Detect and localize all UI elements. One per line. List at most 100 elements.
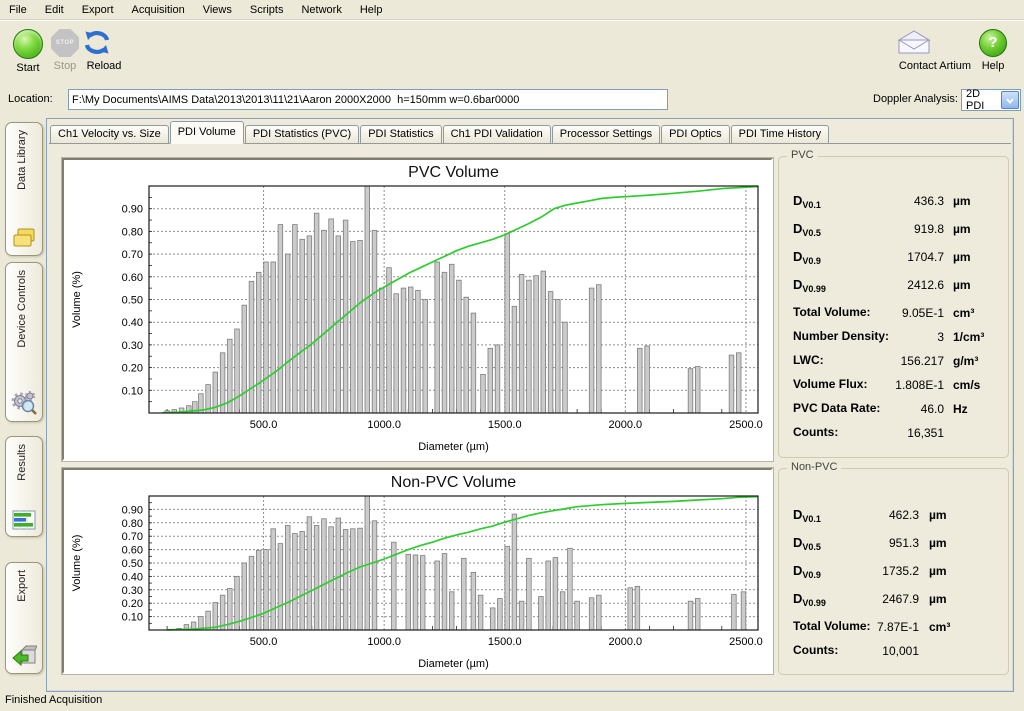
stat-row-dv01: DV0.1462.3µm — [779, 503, 1008, 531]
tab-ch1-pdi-validation[interactable]: Ch1 PDI Validation — [443, 125, 551, 143]
tab-pdi-time-history[interactable]: PDI Time History — [731, 125, 830, 143]
svg-text:0.80: 0.80 — [122, 518, 143, 530]
svg-text:0.50: 0.50 — [122, 295, 143, 307]
stop-icon: STOP — [51, 29, 79, 57]
non-pvc-volume-chart: 0.100.200.300.400.500.600.700.800.90500.… — [62, 468, 773, 674]
tab-page-panel: Ch1 Velocity vs. Size PDI Volume PDI Sta… — [46, 118, 1014, 692]
contact-artium-label: Contact Artium — [896, 60, 974, 72]
sidebar-item-results[interactable]: Results — [5, 436, 43, 537]
contact-artium-button[interactable]: Contact Artium — [896, 29, 974, 72]
location-input[interactable] — [68, 89, 668, 110]
stat-row-dv099: DV0.992412.6µm — [779, 273, 1008, 301]
svg-text:500.0: 500.0 — [250, 636, 278, 648]
stat-row-dv099: DV0.992467.9µm — [779, 587, 1008, 615]
tab-processor-settings[interactable]: Processor Settings — [552, 125, 660, 143]
svg-text:Non-PVC Volume: Non-PVC Volume — [391, 474, 516, 491]
chevron-down-icon[interactable] — [1001, 91, 1019, 109]
tab-pdi-volume[interactable]: PDI Volume — [170, 121, 244, 144]
menu-bar: File Edit Export Acquisition Views Scrip… — [0, 0, 1024, 20]
stat-row-dv09: DV0.91704.7µm — [779, 245, 1008, 273]
location-label: Location: — [8, 93, 53, 105]
stat-row-number-density: Number Density:31/cm³ — [779, 325, 1008, 349]
tab-pdi-statistics-pvc[interactable]: PDI Statistics (PVC) — [245, 125, 359, 143]
svg-text:0.50: 0.50 — [122, 558, 143, 570]
stat-row-counts: Counts:16,351 — [779, 421, 1008, 445]
tab-ch1-velocity-vs-size[interactable]: Ch1 Velocity vs. Size — [50, 125, 169, 143]
stat-row-lwc: LWC:156.217g/m³ — [779, 349, 1008, 373]
reload-icon — [82, 29, 126, 57]
svg-text:1000.0: 1000.0 — [367, 419, 401, 431]
tab-strip: Ch1 Velocity vs. Size PDI Volume PDI Sta… — [49, 121, 1011, 144]
svg-text:2000.0: 2000.0 — [609, 419, 643, 431]
results-label: Results — [16, 444, 28, 481]
svg-text:Diameter (µm): Diameter (µm) — [418, 441, 489, 453]
svg-text:0.30: 0.30 — [122, 585, 143, 597]
device-controls-label: Device Controls — [16, 270, 28, 348]
sidebar-item-device-controls[interactable]: Device Controls — [5, 262, 43, 422]
svg-text:0.10: 0.10 — [122, 612, 143, 624]
tab-pdi-optics[interactable]: PDI Optics — [661, 125, 730, 143]
non-pvc-group-title: Non-PVC — [787, 461, 841, 473]
svg-text:0.70: 0.70 — [122, 249, 143, 261]
svg-text:Volume (%): Volume (%) — [71, 271, 83, 328]
svg-text:0.10: 0.10 — [122, 385, 143, 397]
svg-text:2500.0: 2500.0 — [729, 636, 763, 648]
stat-row-volume-flux: Volume Flux:1.808E-1cm/s — [779, 373, 1008, 397]
svg-text:0.70: 0.70 — [122, 531, 143, 543]
envelope-icon — [896, 29, 974, 57]
menu-help[interactable]: Help — [351, 2, 392, 18]
svg-text:0.40: 0.40 — [122, 317, 143, 329]
start-label: Start — [8, 62, 48, 74]
svg-text:500.0: 500.0 — [250, 419, 278, 431]
pvc-group-title: PVC — [787, 149, 818, 161]
stat-row-dv09: DV0.91735.2µm — [779, 559, 1008, 587]
svg-text:0.20: 0.20 — [122, 363, 143, 375]
svg-text:2500.0: 2500.0 — [729, 419, 763, 431]
doppler-analysis-value: 2D PDI — [962, 88, 1000, 112]
svg-text:Volume (%): Volume (%) — [71, 535, 83, 592]
reload-button[interactable]: Reload — [82, 29, 126, 72]
status-bar: Finished Acquisition — [0, 692, 1024, 711]
sidebar-item-export[interactable]: Export — [5, 562, 43, 674]
svg-text:0.20: 0.20 — [122, 598, 143, 610]
sidebar-item-data-library[interactable]: Data Library — [5, 122, 43, 256]
doppler-analysis-label: Doppler Analysis: — [860, 93, 958, 105]
app-window: File Edit Export Acquisition Views Scrip… — [0, 0, 1024, 711]
svg-text:2000.0: 2000.0 — [609, 636, 643, 648]
help-label: Help — [974, 60, 1012, 72]
stat-row-pvc-data-rate: PVC Data Rate:46.0Hz — [779, 397, 1008, 421]
svg-text:Diameter (µm): Diameter (µm) — [418, 658, 489, 670]
stat-row-dv05: DV0.5951.3µm — [779, 531, 1008, 559]
doppler-analysis-select[interactable]: 2D PDI — [961, 89, 1021, 111]
stop-button[interactable]: STOP Stop — [47, 29, 83, 72]
non-pvc-stats-group: Non-PVC DV0.1462.3µm DV0.5951.3µm DV0.91… — [778, 468, 1009, 675]
svg-text:PVC Volume: PVC Volume — [408, 164, 499, 181]
svg-text:0.30: 0.30 — [122, 340, 143, 352]
svg-text:0.60: 0.60 — [122, 272, 143, 284]
start-button[interactable]: Start — [8, 29, 48, 74]
menu-export[interactable]: Export — [73, 2, 123, 18]
stat-row-total-volume: Total Volume:7.87E-1cm³ — [779, 615, 1008, 639]
svg-text:1000.0: 1000.0 — [367, 636, 401, 648]
data-library-label: Data Library — [16, 130, 28, 190]
menu-network[interactable]: Network — [292, 2, 350, 18]
tab-pdi-statistics[interactable]: PDI Statistics — [360, 125, 441, 143]
pvc-stats-group: PVC DV0.1436.3µm DV0.5919.8µm DV0.91704.… — [778, 156, 1009, 458]
menu-views[interactable]: Views — [194, 2, 241, 18]
stat-row-total-volume: Total Volume:9.05E-1cm³ — [779, 301, 1008, 325]
menu-acquisition[interactable]: Acquisition — [123, 2, 194, 18]
results-chart-icon — [12, 510, 36, 530]
menu-file[interactable]: File — [0, 2, 36, 18]
pvc-volume-chart: 0.10 0.20 0.30 0.40 0.50 0.60 0.70 0.80 0.90 500.… — [62, 158, 773, 461]
svg-text:0.80: 0.80 — [122, 226, 143, 238]
stat-row-dv01: DV0.1436.3µm — [779, 189, 1008, 217]
menu-edit[interactable]: Edit — [36, 2, 73, 18]
help-button[interactable]: ? Help — [974, 29, 1012, 72]
menu-scripts[interactable]: Scripts — [241, 2, 293, 18]
svg-text:1500.0: 1500.0 — [488, 419, 522, 431]
svg-text:0.90: 0.90 — [122, 204, 143, 216]
svg-text:1500.0: 1500.0 — [488, 636, 522, 648]
folders-icon — [11, 227, 37, 249]
svg-text:0.90: 0.90 — [122, 504, 143, 516]
help-icon: ? — [979, 29, 1007, 57]
